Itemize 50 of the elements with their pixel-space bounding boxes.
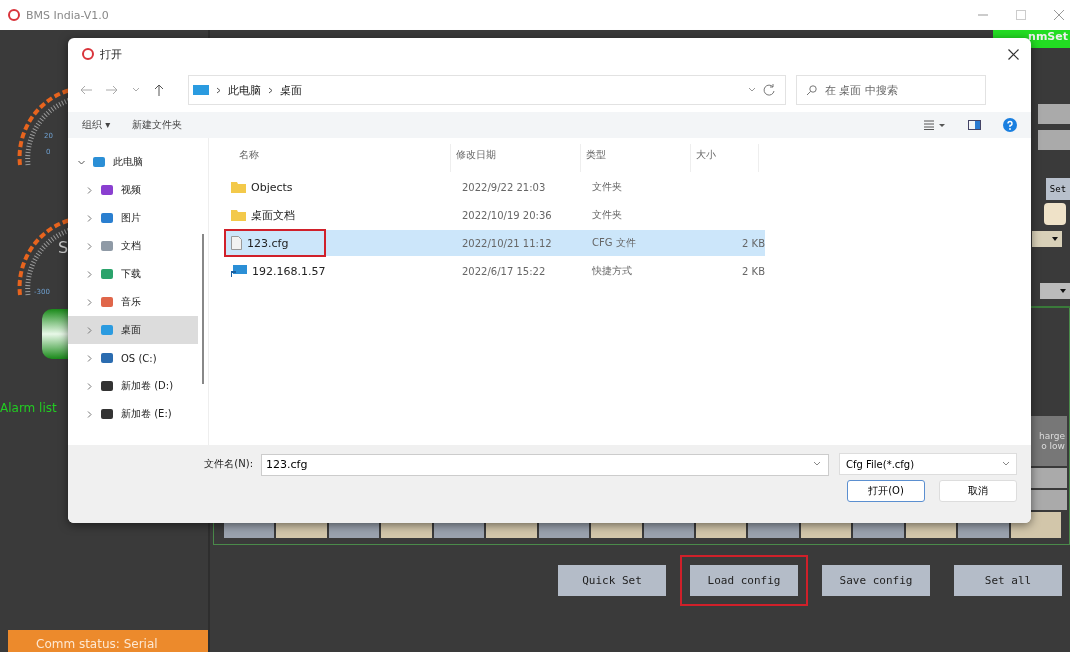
nav-tree-item[interactable]: 文档 bbox=[68, 232, 198, 260]
breadcrumb[interactable]: 此电脑 bbox=[228, 82, 261, 98]
nav-tree-item[interactable]: 此电脑 bbox=[68, 148, 198, 176]
column-header[interactable]: 名称 bbox=[219, 144, 451, 172]
organize-menu[interactable]: 组织 ▾ bbox=[82, 118, 111, 132]
column-header[interactable]: 大小 bbox=[691, 144, 759, 172]
file-type-dropdown[interactable]: Cfg File(*.cfg) bbox=[839, 453, 1017, 475]
table-cell-text: 文件夹 bbox=[591, 180, 623, 194]
action-button[interactable]: Save config bbox=[822, 565, 930, 596]
nav-tree-item[interactable]: 新加卷 (D:) bbox=[68, 372, 198, 400]
search-field[interactable]: 在 桌面 中搜索 bbox=[796, 75, 986, 105]
file-name-field[interactable]: 123.cfg bbox=[261, 453, 829, 476]
nav-tree-item[interactable]: 下载 bbox=[68, 260, 198, 288]
gauge-caption: S bbox=[58, 238, 70, 257]
dialog-title: 打开 bbox=[100, 46, 122, 62]
table-cell-text: 2022/10/21 11:12 bbox=[461, 237, 553, 249]
file-name[interactable]: 桌面文档 bbox=[225, 202, 457, 228]
table-cell-text: 文件夹 bbox=[591, 208, 623, 222]
nav-tree-item[interactable]: 新加卷 (E:) bbox=[68, 400, 198, 428]
nav-tree-item[interactable]: OS (C:) bbox=[68, 344, 198, 372]
nav-tree-item[interactable]: 图片 bbox=[68, 204, 198, 232]
new-folder-button[interactable]: 新建文件夹 bbox=[132, 118, 183, 132]
nav-tree-item[interactable]: 视频 bbox=[68, 176, 198, 204]
action-button[interactable]: Load config bbox=[690, 565, 798, 596]
table-cell-text: 2 KB bbox=[741, 265, 765, 277]
alarm-list-label: Alarm list bbox=[0, 401, 58, 415]
action-button[interactable]: Set all bbox=[954, 565, 1062, 596]
table-cell-text: 2 KB bbox=[741, 237, 765, 249]
cancel-button[interactable]: 取消 bbox=[939, 480, 1017, 502]
file-name[interactable]: 192.168.1.57 bbox=[225, 258, 457, 284]
table-cell-text: 2022/9/22 21:03 bbox=[461, 181, 547, 193]
comm-status-bar: Comm status: Serial bbox=[8, 630, 208, 652]
set-button[interactable]: Set bbox=[1046, 178, 1070, 200]
nav-tree-item[interactable]: 桌面 bbox=[68, 316, 198, 344]
window-title: BMS India-V1.0 bbox=[26, 8, 109, 22]
file-name[interactable]: 123.cfg bbox=[225, 230, 325, 256]
action-button[interactable]: Quick Set bbox=[558, 565, 666, 596]
column-header: harge o low bbox=[1031, 416, 1067, 466]
file-name[interactable]: Objects bbox=[225, 174, 457, 200]
table-cell-text: 2022/10/19 20:36 bbox=[461, 209, 553, 221]
breadcrumb[interactable]: 桌面 bbox=[280, 82, 302, 98]
column-header[interactable]: 修改日期 bbox=[451, 144, 581, 172]
nav-tree-item[interactable]: 音乐 bbox=[68, 288, 198, 316]
file-name-label: 文件名(N): bbox=[204, 457, 253, 471]
table-cell-text: 2022/6/17 15:22 bbox=[461, 265, 547, 277]
table-cell-text: 快捷方式 bbox=[591, 264, 633, 278]
open-button[interactable]: 打开(O) bbox=[847, 480, 925, 502]
address-bar[interactable]: 此电脑 桌面 bbox=[188, 75, 786, 105]
table-cell-text: CFG 文件 bbox=[591, 236, 637, 250]
column-header[interactable]: 类型 bbox=[581, 144, 691, 172]
